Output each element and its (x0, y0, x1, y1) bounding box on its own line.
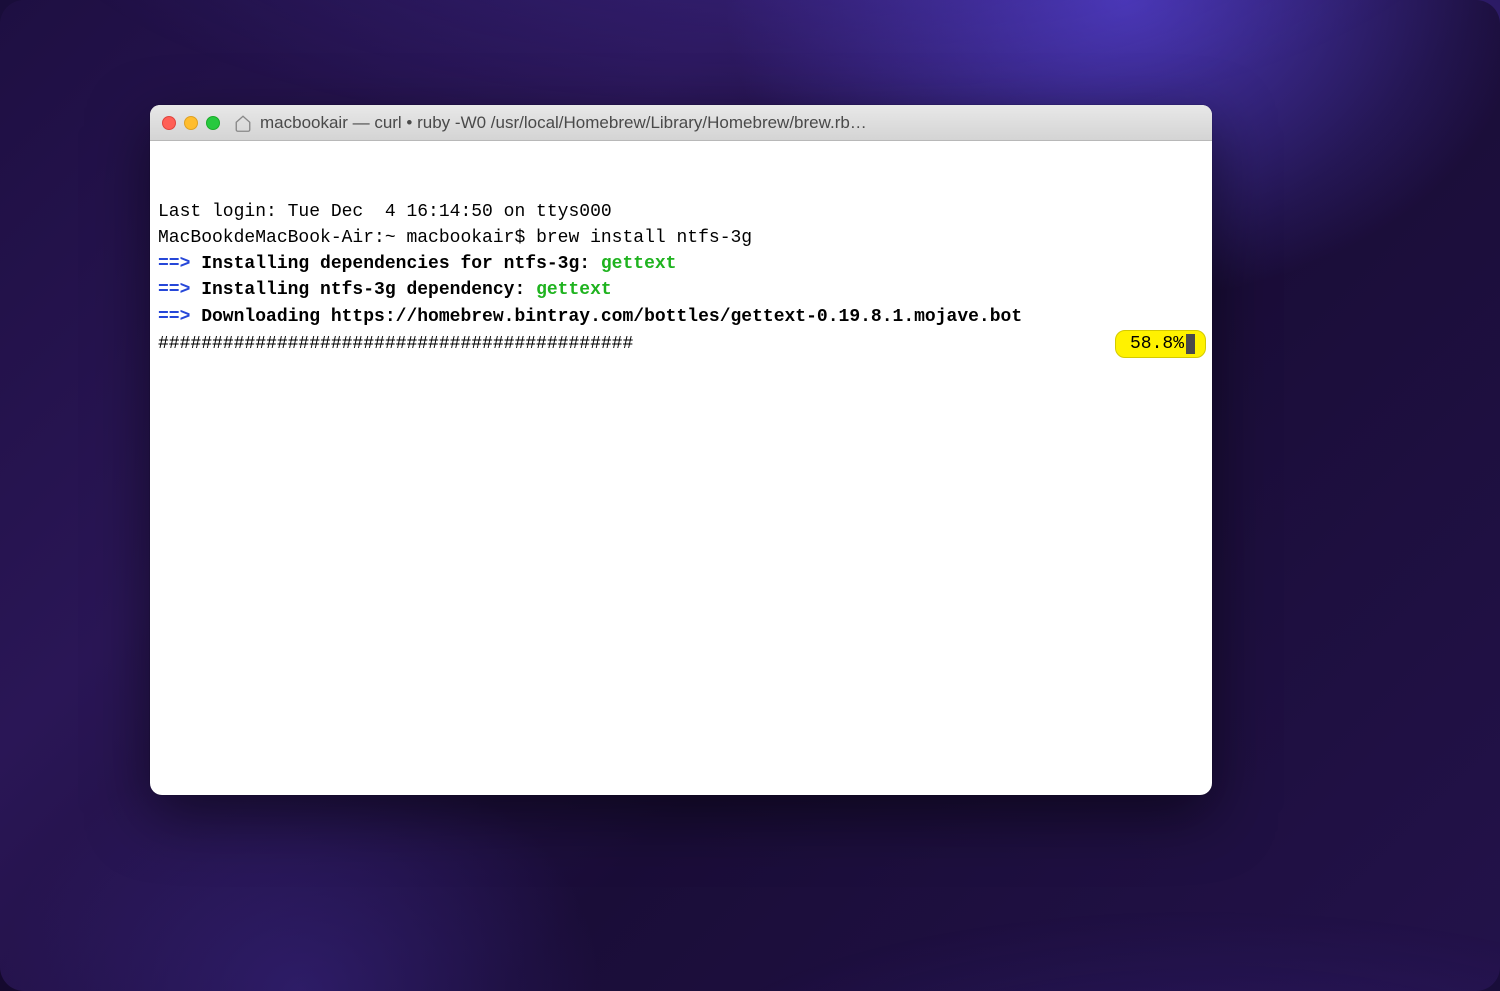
close-button[interactable] (162, 116, 176, 130)
arrow-icon: ==> (158, 307, 190, 327)
downloading-text: Downloading https://homebrew.bintray.com… (190, 307, 1022, 327)
window-title: macbookair — curl • ruby -W0 /usr/local/… (260, 113, 867, 133)
install-dep-text: Installing ntfs-3g dependency: (190, 280, 536, 300)
shell-prompt: MacBookdeMacBook-Air:~ macbookair$ (158, 228, 536, 248)
title-content: macbookair — curl • ruby -W0 /usr/local/… (234, 113, 1200, 133)
downloading-line: ==> Downloading https://homebrew.bintray… (158, 304, 1204, 330)
arrow-icon: ==> (158, 280, 190, 300)
progress-bar: ########################################… (158, 331, 633, 357)
install-deps-line: ==> Installing dependencies for ntfs-3g:… (158, 251, 1204, 277)
titlebar[interactable]: macbookair — curl • ruby -W0 /usr/local/… (150, 105, 1212, 141)
install-dep-line: ==> Installing ntfs-3g dependency: gette… (158, 277, 1204, 303)
minimize-button[interactable] (184, 116, 198, 130)
terminal-body[interactable]: Last login: Tue Dec 4 16:14:50 on ttys00… (150, 141, 1212, 416)
prompt-line: MacBookdeMacBook-Air:~ macbookair$ brew … (158, 225, 1204, 251)
terminal-window[interactable]: macbookair — curl • ruby -W0 /usr/local/… (150, 105, 1212, 795)
login-line: Last login: Tue Dec 4 16:14:50 on ttys00… (158, 199, 1204, 225)
progress-percent: 58.8% (1115, 330, 1206, 358)
cursor-icon (1186, 334, 1195, 354)
progress-line: ########################################… (158, 330, 1204, 358)
install-deps-text: Installing dependencies for ntfs-3g: (190, 254, 600, 274)
dependency-name: gettext (601, 254, 677, 274)
dependency-name: gettext (536, 280, 612, 300)
zoom-button[interactable] (206, 116, 220, 130)
traffic-lights (162, 116, 220, 130)
home-icon (234, 114, 252, 132)
arrow-icon: ==> (158, 254, 190, 274)
command-text: brew install ntfs-3g (536, 228, 752, 248)
percent-value: 58.8% (1130, 331, 1184, 357)
